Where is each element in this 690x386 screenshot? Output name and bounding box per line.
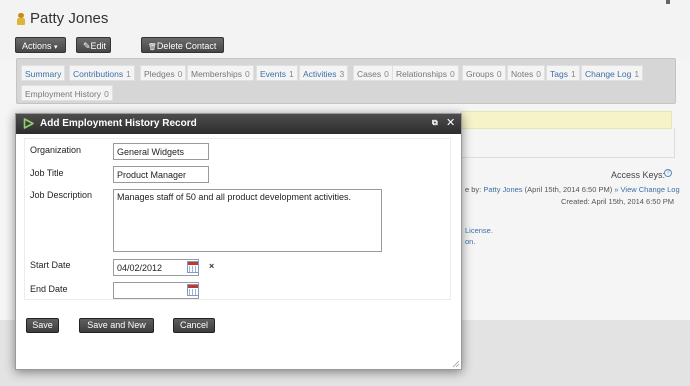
delete-contact-label: Delete Contact <box>156 41 217 51</box>
tab-label: Summary <box>25 69 62 79</box>
tab-count: 0 <box>450 69 455 79</box>
tab-count: 3 <box>339 69 345 79</box>
tab-count: 0 <box>177 69 183 79</box>
tab-label: Activities <box>303 69 337 79</box>
organization-field[interactable] <box>113 143 209 160</box>
tab-label: Groups <box>466 69 494 79</box>
tab-label: Relationships <box>396 69 448 79</box>
tab-events[interactable]: Events 1 <box>256 65 298 81</box>
notice-bar <box>460 111 672 129</box>
page-title: Patty Jones <box>30 10 109 27</box>
created-text: Created: April 15th, 2014 6:50 PM <box>561 197 674 206</box>
trash-icon: 🗑 <box>148 44 157 51</box>
tab-notes[interactable]: Notes 0 <box>507 65 545 81</box>
close-icon[interactable]: ✕ <box>446 117 456 129</box>
end-date-label: End Date <box>30 284 68 294</box>
job-title-label: Job Title <box>30 168 64 178</box>
tab-change-log[interactable]: Change Log 1 <box>581 65 644 81</box>
dialog-title-bar[interactable]: Add Employment History Record ⧉ ✕ <box>16 114 461 134</box>
tab-count: 1 <box>126 69 131 79</box>
tab-activities[interactable]: Activities 3 <box>299 65 349 81</box>
edit-button[interactable]: ✎Edit <box>76 37 111 53</box>
employment-form: Organization Job Title Job Description M… <box>24 138 451 300</box>
tab-count: 0 <box>384 69 389 79</box>
access-keys-label: Access Keys: <box>611 170 666 180</box>
tab-count: 0 <box>496 69 502 79</box>
tab-relationships[interactable]: Relationships 0 <box>392 65 459 81</box>
tab-count: 1 <box>570 69 576 79</box>
tab-count: 0 <box>536 69 541 79</box>
save-button[interactable]: Save <box>26 318 59 333</box>
actions-label: Actions <box>22 41 52 51</box>
tab-label: Events <box>260 69 286 79</box>
pencil-icon: ✎ <box>83 41 91 51</box>
tab-memberships[interactable]: Memberships 0 <box>187 65 254 81</box>
save-and-new-button[interactable]: Save and New <box>79 318 154 333</box>
tab-label: Employment History <box>25 89 102 99</box>
job-title-field[interactable] <box>113 166 209 183</box>
calendar-icon[interactable] <box>187 284 199 296</box>
chevron-down-icon: ▾ <box>54 44 58 51</box>
dialog-title: Add Employment History Record <box>40 118 197 129</box>
tab-count: 1 <box>289 69 294 79</box>
actions-button[interactable]: Actions ▾ <box>15 37 66 53</box>
tab-contributions[interactable]: Contributions 1 <box>69 65 135 81</box>
tab-count: 1 <box>634 69 640 79</box>
scroll-marker <box>666 0 670 4</box>
edit-label: Edit <box>90 41 107 51</box>
tab-count: 0 <box>245 69 250 79</box>
view-change-log-link[interactable]: » View Change Log <box>614 185 679 194</box>
help-icon[interactable]: ? <box>664 169 672 177</box>
play-icon <box>23 118 34 129</box>
employment-history-dialog: Add Employment History Record ⧉ ✕ Organi… <box>15 113 462 370</box>
calendar-icon[interactable] <box>187 261 199 273</box>
tab-label: Cases <box>357 69 382 79</box>
tab-label: Tags <box>550 69 568 79</box>
tab-label: Contributions <box>73 69 124 79</box>
tab-pledges[interactable]: Pledges 0 <box>140 65 187 81</box>
modified-by-text: e by: Patty Jones (April 15th, 2014 6:50… <box>465 185 680 194</box>
tab-cases[interactable]: Cases 0 <box>353 65 393 81</box>
tab-summary[interactable]: Summary <box>21 65 66 81</box>
job-description-label: Job Description <box>30 190 93 200</box>
panel-border <box>460 128 675 158</box>
license-link[interactable]: License. <box>465 226 493 235</box>
tab-label: Pledges <box>144 69 175 79</box>
restore-icon[interactable]: ⧉ <box>432 118 441 127</box>
start-date-label: Start Date <box>30 260 71 270</box>
tab-tags[interactable]: Tags 1 <box>546 65 580 81</box>
person-icon <box>16 13 26 25</box>
tab-label: Change Log <box>585 69 632 79</box>
job-description-field[interactable]: Manages staff of 50 and all product deve… <box>113 189 382 252</box>
tab-label: Notes <box>511 69 534 79</box>
modified-by-link[interactable]: Patty Jones <box>483 185 522 194</box>
clear-date-icon[interactable]: × <box>209 261 214 271</box>
cancel-button[interactable]: Cancel <box>173 318 215 333</box>
tab-label: Memberships <box>191 69 243 79</box>
tab-count: 0 <box>104 89 109 99</box>
delete-contact-button[interactable]: 🗑Delete Contact <box>141 37 224 53</box>
tab-employment-history[interactable]: Employment History 0 <box>21 85 113 101</box>
tab-groups[interactable]: Groups 0 <box>462 65 506 81</box>
resize-grip-icon[interactable] <box>452 360 460 368</box>
organization-label: Organization <box>30 145 82 155</box>
footer-link[interactable]: on. <box>465 237 475 246</box>
